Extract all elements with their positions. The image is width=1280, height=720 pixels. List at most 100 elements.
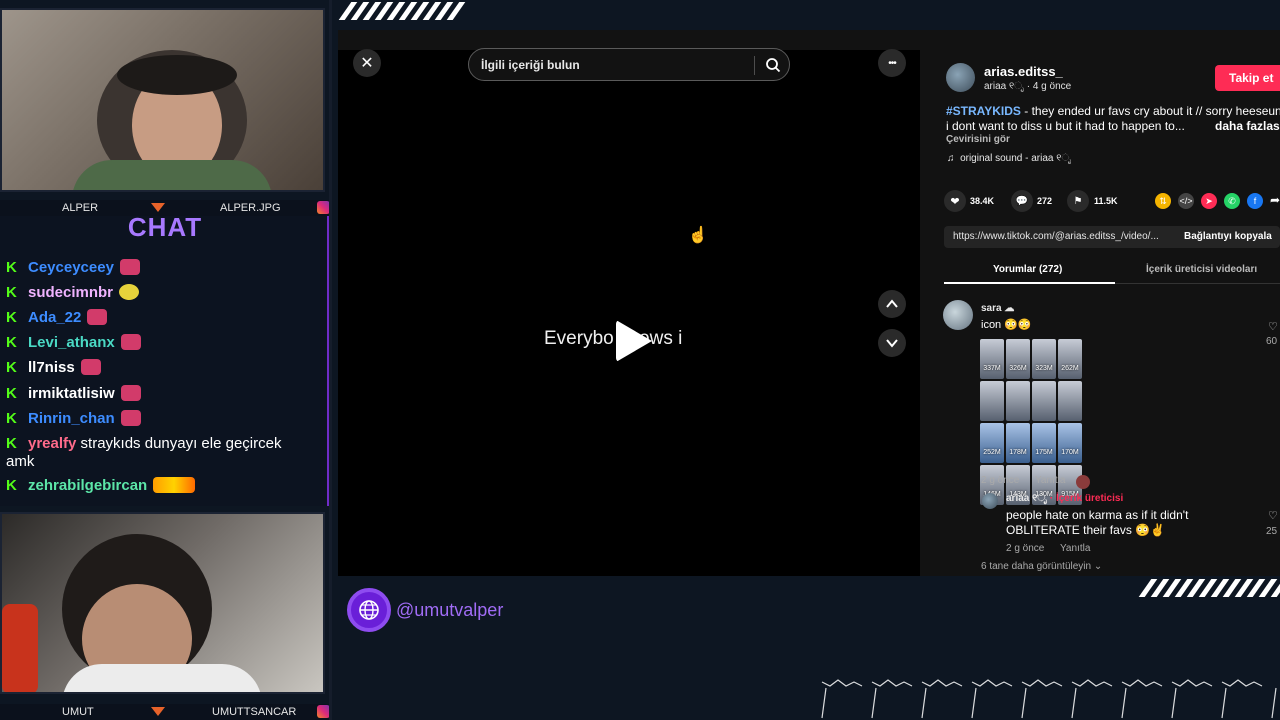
- image-tile: 323M: [1032, 339, 1056, 379]
- commenter-username[interactable]: sara ☁: [981, 303, 1014, 314]
- reply-heart-icon[interactable]: ♡: [1268, 509, 1278, 522]
- like-button[interactable]: ❤: [944, 190, 966, 212]
- play-icon[interactable]: [616, 320, 652, 362]
- author-avatar[interactable]: [946, 63, 975, 92]
- embed-icon[interactable]: </>: [1178, 193, 1194, 209]
- description-text: - they ended ur favs cry about it // sor…: [1020, 104, 1280, 118]
- chat-username: zehrabilgebircan: [28, 477, 148, 494]
- image-tile: 170M: [1058, 423, 1082, 463]
- facebook-icon[interactable]: f: [1247, 193, 1263, 209]
- image-tile: [1032, 381, 1056, 421]
- chat-message: Kzehrabilgebircan: [6, 477, 196, 495]
- chat-username: Ada_22: [28, 309, 82, 326]
- like-count: 38.4K: [970, 196, 995, 206]
- comment-count: 272: [1037, 196, 1053, 206]
- previous-video-button[interactable]: [878, 290, 906, 318]
- kick-icon: K: [6, 334, 17, 351]
- image-tile: 175M: [1032, 423, 1056, 463]
- webcam-alper: [0, 8, 325, 192]
- heart-icon: ❤: [950, 195, 960, 208]
- vertical-divider: [329, 0, 332, 720]
- chat-message: K Ada_22: [6, 309, 108, 327]
- bookmark-icon: ⚑: [1073, 195, 1083, 207]
- author-subline: ariaa ୧ೃ · 4 g önce: [984, 81, 1072, 92]
- chat-text-continued: amk: [6, 453, 35, 470]
- reply-like-count: 25: [1266, 526, 1278, 537]
- kick-icon: K: [6, 477, 17, 494]
- send-icon[interactable]: ➤: [1201, 193, 1217, 209]
- hand-cursor-icon: ☝: [688, 227, 708, 244]
- whatsapp-icon[interactable]: ✆: [1224, 193, 1240, 209]
- save-button[interactable]: ⚑: [1067, 190, 1089, 212]
- sound-name: original sound - ariaa ୧ೃ: [960, 153, 1072, 164]
- commenter-avatar[interactable]: [943, 300, 973, 330]
- image-tile: [1058, 381, 1082, 421]
- chat-message: K Levi_athanx: [6, 334, 141, 352]
- chat-message: Kirmiktatlisiw: [6, 385, 141, 403]
- reply-author[interactable]: ariaa ୧ೃ · İçerik üreticisi: [1006, 493, 1123, 504]
- next-video-button[interactable]: [878, 329, 906, 357]
- chat-message: K Rinrin_chan: [6, 410, 141, 428]
- reply-button[interactable]: Yanıtla: [1035, 475, 1065, 486]
- kick-icon: K: [6, 435, 17, 452]
- copy-link-button[interactable]: Bağlantıyı kopyala: [1184, 231, 1272, 242]
- cam2-left-label: UMUT: [62, 706, 94, 718]
- cam2-right-label: UMUTTSANCAR: [212, 706, 297, 718]
- comment-button[interactable]: 💬: [1011, 190, 1033, 212]
- comment-text: icon 😳😳: [981, 319, 1032, 331]
- video-link[interactable]: https://www.tiktok.com/@arias.editss_/vi…: [953, 231, 1159, 242]
- view-more-replies[interactable]: 6 tane daha görüntüleyin ⌄: [981, 561, 1102, 572]
- chat-username: yrealfy: [28, 435, 77, 452]
- sound-row[interactable]: ♫ original sound - ariaa ୧ೃ: [947, 153, 1071, 164]
- search-input[interactable]: [481, 56, 751, 74]
- chat-username: Rinrin_chan: [28, 410, 115, 427]
- chat-message: K Ceyceyceey: [6, 259, 140, 277]
- tab-creator-videos[interactable]: İçerik üreticisi videoları: [1146, 264, 1257, 275]
- social-handle: @umutvalper: [396, 600, 504, 620]
- share-arrow-icon[interactable]: ➦: [1270, 193, 1280, 207]
- image-tile: 262M: [1058, 339, 1082, 379]
- more-icon: •••: [888, 57, 896, 69]
- window-top-strip: [338, 30, 1280, 50]
- more-options-button[interactable]: •••: [878, 49, 906, 77]
- search-icon[interactable]: [765, 57, 781, 73]
- hashtag-link[interactable]: #STRAYKIDS: [946, 104, 1021, 118]
- cam2-namebar: UMUT UMUTTSANCAR: [0, 704, 332, 720]
- tab-comments[interactable]: Yorumlar (272): [993, 264, 1062, 275]
- view-more-label: 6 tane daha görüntüleyin: [981, 561, 1092, 572]
- creator-liked-avatar: [1076, 475, 1090, 489]
- reply-reply-button[interactable]: Yanıtla: [1060, 543, 1090, 554]
- chat-message: Ksudecimnbr: [6, 284, 140, 302]
- close-icon: ✕: [360, 55, 374, 72]
- author-username[interactable]: arias.editss_: [984, 64, 1063, 79]
- corner-pattern-decoration: [821, 679, 1277, 719]
- repost-icon[interactable]: ⇅: [1155, 193, 1171, 209]
- search-box[interactable]: [468, 48, 790, 81]
- emote-icon: [119, 284, 140, 300]
- comment-time: 2 g önce: [981, 475, 1020, 486]
- image-tile: 252M: [980, 423, 1004, 463]
- follow-button[interactable]: Takip et: [1215, 65, 1280, 91]
- video-player[interactable]: [338, 50, 920, 576]
- chat-message: Kyrealfy straykıds dunyayı ele geçircek a…: [6, 435, 324, 471]
- fire-emote-icon: [153, 477, 196, 493]
- post-description-line1: #STRAYKIDS - they ended ur favs cry abou…: [946, 104, 1280, 118]
- image-tile: 337M: [980, 339, 1004, 379]
- chat-username: ll7niss: [28, 359, 75, 376]
- music-note-icon: ♫: [947, 153, 961, 164]
- reply-username: ariaa ୧ೃ: [1006, 493, 1048, 504]
- chevron-up-icon: [886, 299, 898, 308]
- translate-link[interactable]: Çevirisini gör: [946, 134, 1010, 145]
- reply-avatar[interactable]: [982, 493, 998, 509]
- triangle-icon: [151, 707, 165, 716]
- reply-time: 2 g önce: [1006, 543, 1045, 554]
- close-button[interactable]: ✕: [353, 49, 381, 77]
- emote-icon: [119, 259, 140, 275]
- chat-text: straykıds dunyayı ele geçircek: [80, 435, 282, 452]
- comment-heart-icon[interactable]: ♡: [1268, 320, 1278, 333]
- chevron-down-icon: ⌄: [1093, 561, 1103, 572]
- more-link[interactable]: daha fazlası: [1215, 119, 1280, 133]
- triangle-icon: [151, 203, 165, 212]
- kick-icon: K: [6, 259, 17, 276]
- globe-icon: [359, 600, 379, 620]
